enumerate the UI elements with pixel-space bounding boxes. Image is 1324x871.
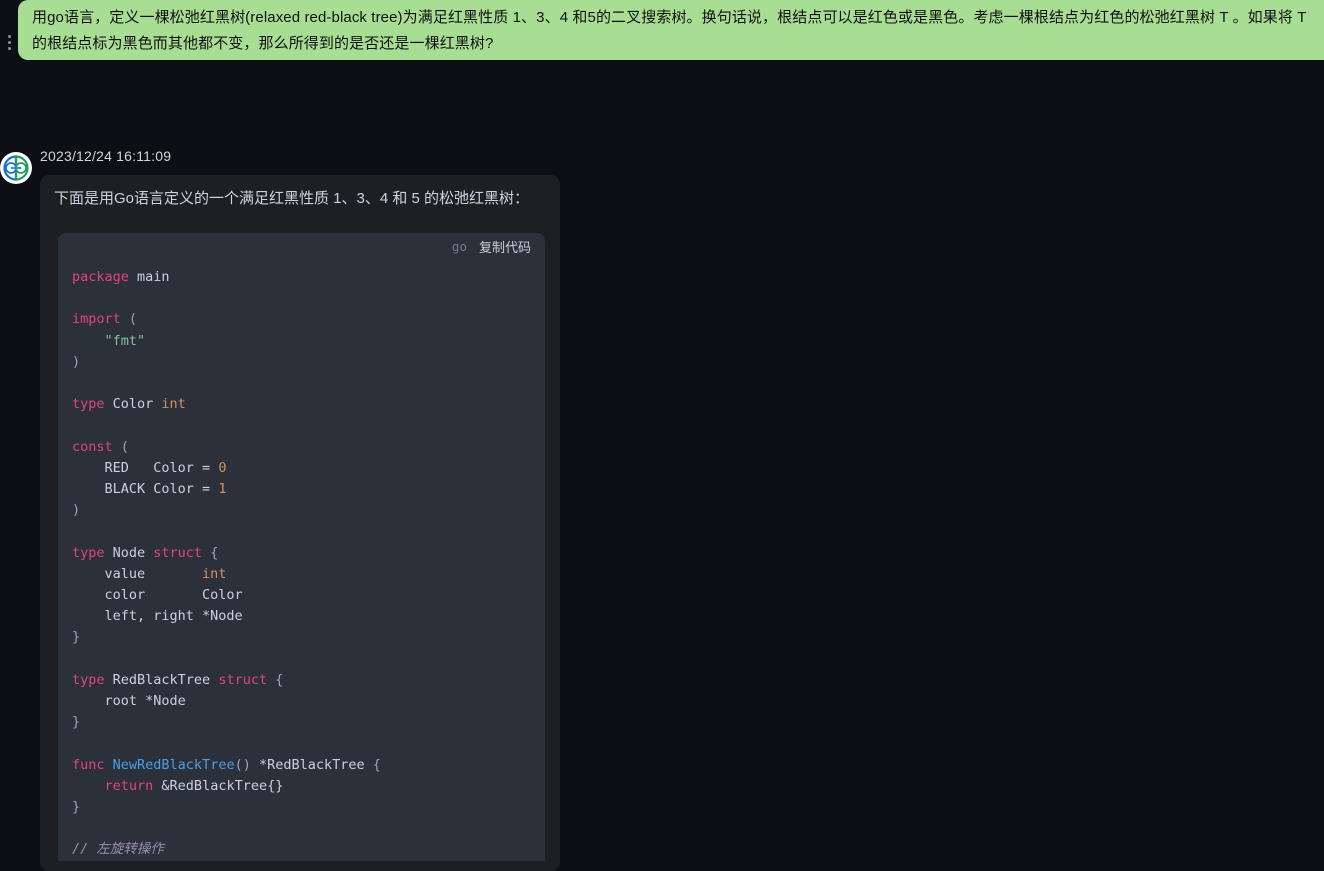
code-token: BLACK Color = [72, 481, 219, 498]
code-line: root *Node [72, 691, 545, 712]
code-line: ) [72, 500, 545, 521]
code-token: const [72, 438, 113, 455]
code-token: int [202, 565, 227, 582]
code-token: int [161, 396, 186, 413]
code-token: { [267, 671, 284, 688]
code-token: RED Color = [72, 459, 219, 476]
code-language-label: go [451, 239, 467, 254]
code-token: Node [104, 544, 154, 561]
code-token: } [72, 799, 81, 816]
message-timestamp: 2023/12/24 16:11:09 [40, 148, 172, 164]
code-line: const ( [72, 437, 545, 458]
user-message-text: 用go语言，定义一棵松弛红黑树(relaxed red-black tree)为… [32, 9, 1307, 52]
dot [7, 46, 11, 50]
code-line: import ( [72, 309, 545, 330]
user-message-bubble: 用go语言，定义一棵松弛红黑树(relaxed red-black tree)为… [18, 0, 1324, 60]
code-line: "fmt" [72, 331, 545, 352]
code-line: color Color [72, 585, 545, 606]
code-token: () [234, 756, 251, 773]
dot [7, 34, 11, 38]
code-line: type RedBlackTree struct { [72, 670, 545, 691]
code-token: value [72, 565, 203, 582]
code-token: type [72, 396, 105, 413]
code-token: RedBlackTree [104, 671, 219, 688]
code-token: main [128, 269, 170, 285]
code-token: } [72, 629, 81, 646]
assistant-logo-icon [3, 155, 29, 181]
code-token: *RedBlackTree [250, 756, 373, 773]
code-line: value int [72, 564, 545, 585]
code-line: } [72, 712, 545, 733]
assistant-message-bubble: 下面是用Go语言定义的一个满足红黑性质 1、3、4 和 5 的松弛红黑树： go… [40, 175, 560, 871]
code-token: ) [72, 502, 81, 519]
code-token: root *Node [72, 693, 186, 710]
code-token: package [72, 269, 129, 285]
code-block: go 复制代码 package main import ( "fmt") typ… [58, 233, 545, 861]
code-line: RED Color = 0 [72, 458, 545, 479]
avatar [0, 152, 32, 184]
vertical-dots-icon[interactable] [2, 30, 16, 54]
code-block-header: go 复制代码 [58, 233, 545, 260]
code-token: ) [72, 353, 81, 370]
code-token: Color [104, 396, 162, 413]
code-token: color Color [72, 587, 243, 604]
code-token: ( [112, 438, 129, 455]
code-token: 1 [218, 481, 227, 498]
code-token: struct [218, 671, 268, 688]
code-token: { [372, 756, 381, 773]
code-line: type Color int [72, 394, 545, 415]
code-token: struct [153, 544, 203, 561]
code-line: ) [72, 352, 545, 373]
code-token: func [72, 756, 105, 773]
code-token: import [72, 311, 121, 328]
code-token: NewRedBlackTree [112, 756, 235, 773]
code-token: ( [120, 311, 138, 328]
code-token: { [202, 544, 219, 561]
code-token: // 左旋转操作 [72, 841, 164, 858]
code-token: left, right *Node [72, 608, 243, 625]
copy-code-button[interactable]: 复制代码 [479, 237, 531, 256]
code-line: } [72, 797, 545, 818]
code-token: type [72, 544, 105, 561]
dot [7, 40, 11, 44]
code-line: package main [72, 267, 545, 288]
code-token: } [72, 714, 81, 731]
code-line: } [72, 627, 545, 648]
code-line: // 左旋转操作 [72, 839, 545, 860]
code-token: "fmt" [72, 332, 146, 349]
code-line: BLACK Color = 1 [72, 479, 545, 500]
code-token: type [72, 671, 105, 688]
code-line: return &RedBlackTree{} [72, 776, 545, 797]
code-token: return [104, 777, 154, 794]
code-line: type Node struct { [72, 543, 545, 564]
user-message-row: 用go语言，定义一棵松弛红黑树(relaxed red-black tree)为… [0, 0, 1324, 62]
code-line: left, right *Node [72, 606, 545, 627]
code-line: func NewRedBlackTree() *RedBlackTree { [72, 755, 545, 776]
code-content[interactable]: package main import ( "fmt") type Color … [58, 260, 545, 861]
assistant-intro-text: 下面是用Go语言定义的一个满足红黑性质 1、3、4 和 5 的松弛红黑树： [54, 190, 530, 207]
code-token: 0 [218, 459, 227, 476]
code-token: &RedBlackTree{} [153, 777, 284, 794]
